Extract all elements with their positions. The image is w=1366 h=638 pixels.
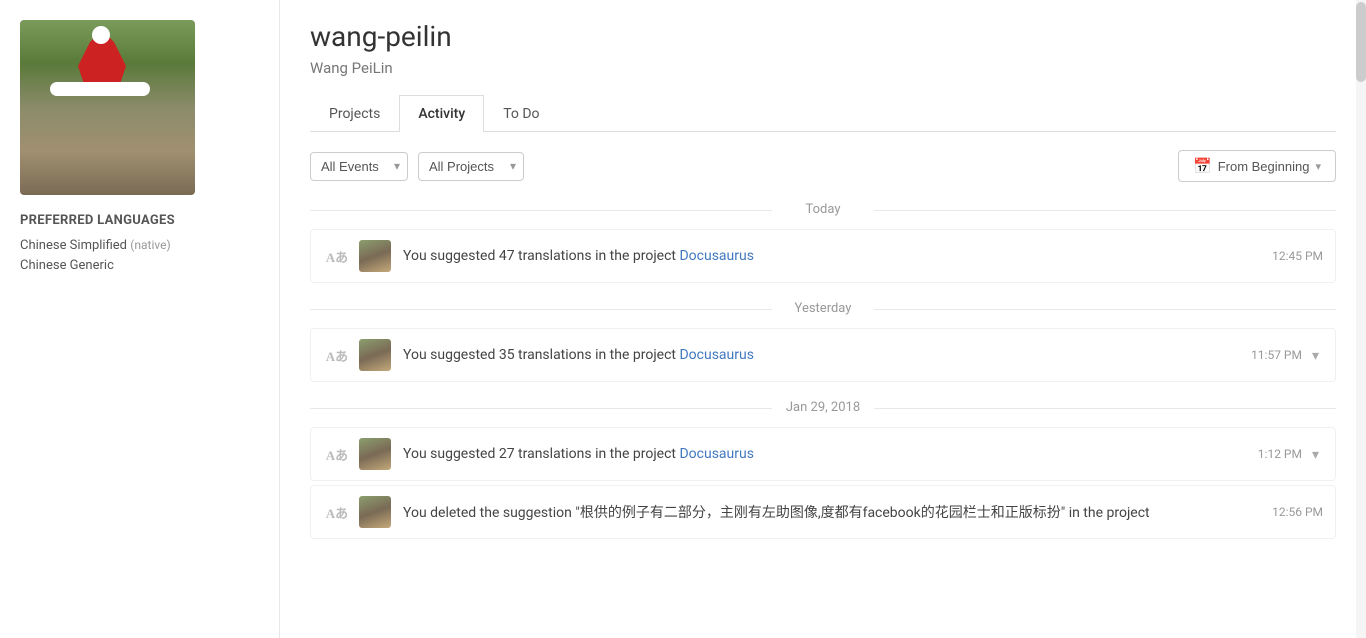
activity-time-2: 11:57 PM — [1251, 348, 1302, 362]
activity-item-jan29-1: Aあ You suggested 27 translations in the … — [310, 427, 1336, 481]
language-item-1: Chinese Simplified (native) — [20, 238, 259, 253]
today-divider: Today — [310, 202, 1336, 217]
project-link-1[interactable]: Docusaurus — [679, 248, 753, 264]
activity-text-2: You suggested 35 translations in the pro… — [403, 347, 1239, 363]
activity-avatar-2 — [359, 339, 391, 371]
preferred-languages-heading: Preferred Languages — [20, 213, 259, 228]
project-link-2[interactable]: Docusaurus — [679, 347, 753, 363]
activity-item-today-1: Aあ You suggested 47 translations in the … — [310, 229, 1336, 283]
translate-icon-3: Aあ — [323, 440, 351, 468]
avatar — [20, 20, 195, 195]
translate-icon-4: Aあ — [323, 498, 351, 526]
events-filter[interactable]: All Events — [310, 152, 408, 181]
projects-filter-wrapper: All Projects — [418, 152, 524, 181]
main-content: wang-peilin Wang PeiLin Projects Activit… — [280, 0, 1366, 638]
profile-display-name: Wang PeiLin — [310, 59, 1336, 77]
projects-filter[interactable]: All Projects — [418, 152, 524, 181]
activity-item-jan29-2: Aあ You deleted the suggestion "根供的例子有二部分… — [310, 485, 1336, 539]
filters-row: All Events All Projects 📅 From Beginning… — [310, 150, 1336, 182]
activity-text-3: You suggested 27 translations in the pro… — [403, 446, 1246, 462]
jan29-divider: Jan 29, 2018 — [310, 400, 1336, 415]
chevron-down-icon: ▾ — [1315, 160, 1321, 173]
tab-activity[interactable]: Activity — [399, 95, 484, 132]
language-item-2: Chinese Generic — [20, 258, 259, 273]
yesterday-divider: Yesterday — [310, 301, 1336, 316]
date-range-button[interactable]: 📅 From Beginning ▾ — [1178, 150, 1336, 182]
activity-avatar-4 — [359, 496, 391, 528]
activity-time-1: 12:45 PM — [1272, 249, 1323, 263]
project-link-3[interactable]: Docusaurus — [679, 446, 753, 462]
activity-avatar-1 — [359, 240, 391, 272]
activity-time-3: 1:12 PM — [1258, 447, 1302, 461]
activity-item-yesterday-1: Aあ You suggested 35 translations in the … — [310, 328, 1336, 382]
expand-button-3[interactable]: ▾ — [1308, 444, 1323, 465]
calendar-icon: 📅 — [1193, 157, 1212, 175]
sidebar: Preferred Languages Chinese Simplified (… — [0, 0, 280, 638]
tab-todo[interactable]: To Do — [484, 95, 558, 132]
date-range-label: From Beginning — [1218, 159, 1310, 174]
events-filter-wrapper: All Events — [310, 152, 408, 181]
activity-text-4: You deleted the suggestion "根供的例子有二部分，主刚… — [403, 502, 1260, 522]
scrollbar[interactable] — [1356, 0, 1366, 638]
activity-avatar-3 — [359, 438, 391, 470]
profile-username: wang-peilin — [310, 20, 1336, 53]
profile-tabs: Projects Activity To Do — [310, 95, 1336, 132]
translate-icon: Aあ — [323, 242, 351, 270]
translate-icon-2: Aあ — [323, 341, 351, 369]
tab-projects[interactable]: Projects — [310, 95, 399, 132]
activity-time-4: 12:56 PM — [1272, 505, 1323, 519]
activity-text-1: You suggested 47 translations in the pro… — [403, 248, 1260, 264]
expand-button-2[interactable]: ▾ — [1308, 345, 1323, 366]
scrollbar-thumb[interactable] — [1356, 2, 1366, 82]
